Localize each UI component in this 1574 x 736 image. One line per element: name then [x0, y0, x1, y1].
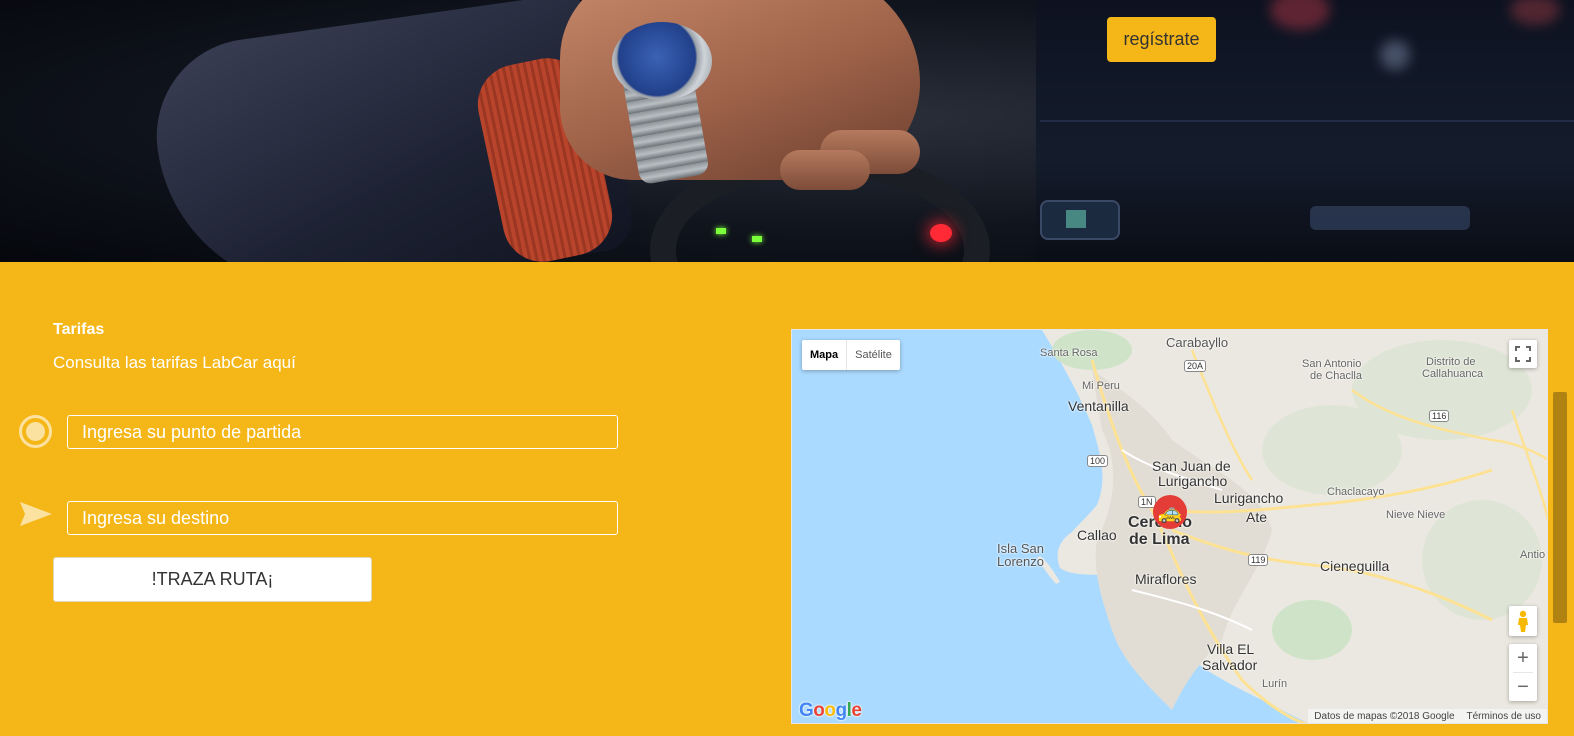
car-marker-icon[interactable]: 🚕: [1153, 495, 1187, 529]
map-label: Miraflores: [1135, 571, 1197, 587]
road-shield: 20A: [1184, 360, 1207, 372]
map-label: Santa Rosa: [1040, 347, 1098, 359]
origin-input[interactable]: [67, 415, 618, 449]
map-label: Lurigancho: [1158, 473, 1228, 489]
hero-dash-screen-glow: [1066, 210, 1086, 228]
origin-target-icon: [19, 415, 52, 448]
hero-bokeh: [1380, 40, 1410, 70]
map-label: Chaclacayo: [1327, 486, 1385, 498]
road-shield: 116: [1429, 410, 1450, 422]
zoom-out-icon[interactable]: −: [1509, 673, 1537, 701]
zoom-in-icon[interactable]: +: [1509, 644, 1537, 672]
google-logo: Google: [799, 700, 862, 721]
map-label: Lurigancho: [1214, 490, 1284, 506]
road-shield: 100: [1087, 455, 1109, 467]
hero-dash-lcd: [1310, 206, 1470, 230]
map-label-de-lima: de Lima: [1129, 531, 1190, 548]
map-label: de Chaclla: [1310, 370, 1362, 382]
map-label: Salvador: [1202, 657, 1258, 673]
map-attribution-data: Datos de mapas ©2018 Google: [1314, 710, 1455, 722]
tarifas-subtitle: Consulta las tarifas LabCar aquí: [53, 353, 296, 372]
map-label: Ventanilla: [1068, 398, 1129, 414]
map-type-control[interactable]: Mapa Satélite: [802, 340, 900, 370]
pegman-icon[interactable]: [1509, 606, 1537, 636]
page-scrollbar[interactable]: [1553, 392, 1567, 623]
map-label: Lorenzo: [997, 554, 1044, 569]
map-type-satellite-button[interactable]: Satélite: [847, 340, 900, 370]
hero-green-led: [752, 236, 762, 242]
hero-red-light: [930, 224, 952, 242]
map-label: Lurín: [1262, 678, 1288, 690]
map-label: San Antonio: [1302, 358, 1362, 370]
zoom-control[interactable]: + −: [1509, 644, 1537, 701]
map-label: Cieneguilla: [1320, 558, 1390, 574]
hero-watch-face: [612, 22, 712, 100]
road-shield: 119: [1248, 554, 1269, 566]
hero-banner: regístrate: [0, 0, 1574, 262]
map-label: Distrito de: [1426, 356, 1476, 368]
map-label: Carabayllo: [1166, 335, 1229, 350]
register-button[interactable]: regístrate: [1107, 17, 1216, 62]
destination-input[interactable]: [67, 501, 618, 535]
route-map[interactable]: Carabayllo Santa Rosa San Antonio de Cha…: [791, 329, 1548, 724]
hero-dashboard-line: [1040, 120, 1574, 122]
map-label: Callao: [1077, 527, 1117, 543]
map-label: Nieve Nieve: [1386, 509, 1446, 521]
map-label: Mi Peru: [1082, 380, 1120, 392]
map-label: Villa EL: [1207, 641, 1255, 657]
map-type-map-button[interactable]: Mapa: [802, 340, 848, 370]
tarifas-title: Tarifas: [53, 321, 105, 338]
fullscreen-icon[interactable]: [1509, 340, 1537, 368]
map-terms-link[interactable]: Términos de uso: [1467, 711, 1541, 722]
map-attribution: Datos de mapas ©2018 Google Términos de …: [1308, 709, 1547, 723]
map-label: Ate: [1246, 509, 1268, 525]
map-label: Callahuanca: [1422, 368, 1484, 380]
hero-green-led: [716, 228, 726, 234]
destination-arrow-icon: [20, 502, 52, 526]
hero-finger: [780, 150, 870, 190]
trace-route-button[interactable]: !TRAZA RUTA¡: [53, 557, 372, 602]
map-label: Antio: [1520, 549, 1546, 561]
